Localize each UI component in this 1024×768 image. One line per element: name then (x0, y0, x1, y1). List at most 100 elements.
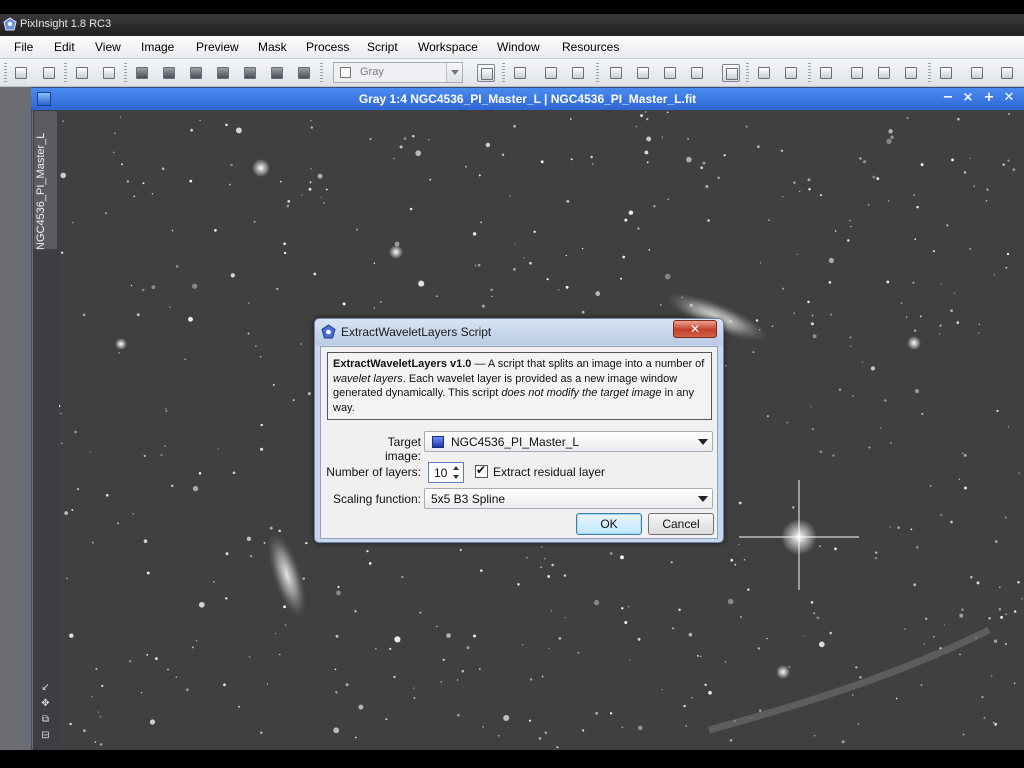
ok-button[interactable]: OK (576, 513, 642, 535)
zoom-1-1-icon[interactable] (187, 64, 205, 82)
dialog-titlebar[interactable]: ExtractWaveletLayers Script ✕ (315, 319, 723, 345)
preview-mode-icon[interactable] (722, 64, 740, 82)
grid-icon[interactable] (875, 64, 893, 82)
preview-reset-icon[interactable] (688, 64, 706, 82)
tile-icon[interactable] (902, 64, 920, 82)
preview-edit-icon[interactable] (634, 64, 652, 82)
redo-icon[interactable] (40, 64, 58, 82)
mask-invert-icon[interactable] (542, 64, 560, 82)
star (548, 647, 550, 650)
chevron-down-icon[interactable] (694, 432, 712, 451)
menu-preview[interactable]: Preview (196, 40, 239, 54)
pan-icon[interactable] (268, 64, 286, 82)
star (278, 529, 281, 533)
stf-icon[interactable] (477, 64, 495, 82)
star (184, 358, 186, 361)
channel-prev-icon[interactable] (755, 64, 773, 82)
star (810, 322, 814, 326)
star (276, 287, 279, 291)
channel-next-icon[interactable] (782, 64, 800, 82)
star (74, 430, 77, 434)
maximize-icon[interactable]: + (982, 91, 996, 105)
shade-icon[interactable]: ⨯ (961, 91, 975, 105)
dialog-title: ExtractWaveletLayers Script (341, 325, 492, 339)
star (121, 163, 124, 166)
home-icon[interactable] (817, 64, 835, 82)
menu-edit[interactable]: Edit (54, 40, 75, 54)
dialog-close-icon[interactable]: ✕ (673, 320, 717, 338)
menu-process[interactable]: Process (306, 40, 349, 54)
star (175, 265, 179, 268)
star (577, 651, 580, 655)
star (213, 228, 217, 232)
star (61, 251, 64, 254)
star (117, 522, 119, 525)
star (738, 501, 742, 505)
preview-new-icon[interactable] (607, 64, 625, 82)
star (59, 404, 61, 408)
spin-down-icon[interactable] (451, 473, 462, 482)
star (700, 166, 704, 170)
star (225, 123, 228, 127)
star (838, 388, 842, 391)
num-layers-spinbox[interactable]: 10 (428, 462, 464, 483)
star (146, 571, 150, 575)
star (564, 616, 567, 619)
menu-window[interactable]: Window (497, 40, 540, 54)
copy-icon[interactable]: ⧉ (40, 714, 51, 725)
layout-icon[interactable] (848, 64, 866, 82)
star (95, 667, 98, 670)
center-icon[interactable] (295, 64, 313, 82)
toolbar-separator (320, 63, 323, 83)
menu-resources[interactable]: Resources (562, 40, 619, 54)
toolbar-separator (596, 63, 599, 83)
workspace-sidebar (0, 87, 33, 750)
star (164, 445, 166, 447)
mask-enable-icon[interactable] (569, 64, 587, 82)
minus-box-icon[interactable]: ⊟ (40, 730, 51, 741)
extract-residual-checkbox[interactable]: ✔ (475, 463, 488, 478)
process-icon[interactable] (998, 64, 1016, 82)
explorer-icon[interactable] (937, 64, 955, 82)
star (556, 746, 559, 749)
menu-view[interactable]: View (95, 40, 121, 54)
move-icon[interactable]: ✥ (40, 698, 51, 709)
undo-icon[interactable] (12, 64, 30, 82)
duplicate-image-icon[interactable] (100, 64, 118, 82)
mask-show-icon[interactable] (511, 64, 529, 82)
channel-combo[interactable]: Gray (333, 62, 463, 83)
zoom-in-icon[interactable] (133, 64, 151, 82)
spin-up-icon[interactable] (451, 464, 462, 473)
arrow-down-left-icon[interactable]: ↙ (40, 682, 51, 693)
star (859, 676, 862, 679)
minimize-icon[interactable]: − (941, 91, 955, 105)
star (1008, 113, 1011, 115)
star (847, 239, 850, 242)
menu-image[interactable]: Image (141, 40, 174, 54)
zoom-out-icon[interactable] (160, 64, 178, 82)
menu-file[interactable]: File (14, 40, 33, 54)
star (198, 601, 205, 608)
menu-mask[interactable]: Mask (258, 40, 287, 54)
star (912, 193, 916, 197)
fit-view-icon[interactable] (214, 64, 232, 82)
image-window-titlebar[interactable]: Gray 1:4 NGC4536_PI_Master_L | NGC4536_P… (31, 88, 1024, 110)
star (621, 607, 624, 610)
readout-icon[interactable] (241, 64, 259, 82)
star (478, 668, 481, 670)
menu-workspace[interactable]: Workspace (418, 40, 478, 54)
menu-script[interactable]: Script (367, 40, 398, 54)
cancel-button[interactable]: Cancel (648, 513, 714, 535)
console-icon[interactable] (968, 64, 986, 82)
target-image-combo[interactable]: NGC4536_PI_Master_L (424, 431, 713, 452)
new-image-icon[interactable] (73, 64, 91, 82)
chevron-down-icon[interactable] (446, 63, 462, 82)
close-icon[interactable]: ✕ (1002, 91, 1016, 105)
star (956, 321, 960, 324)
chevron-down-icon[interactable] (694, 489, 712, 508)
star (852, 694, 854, 696)
preview-delete-icon[interactable] (661, 64, 679, 82)
star (978, 323, 981, 326)
scaling-function-combo[interactable]: 5x5 B3 Spline (424, 488, 713, 509)
extract-residual-label[interactable]: Extract residual layer (493, 465, 605, 479)
